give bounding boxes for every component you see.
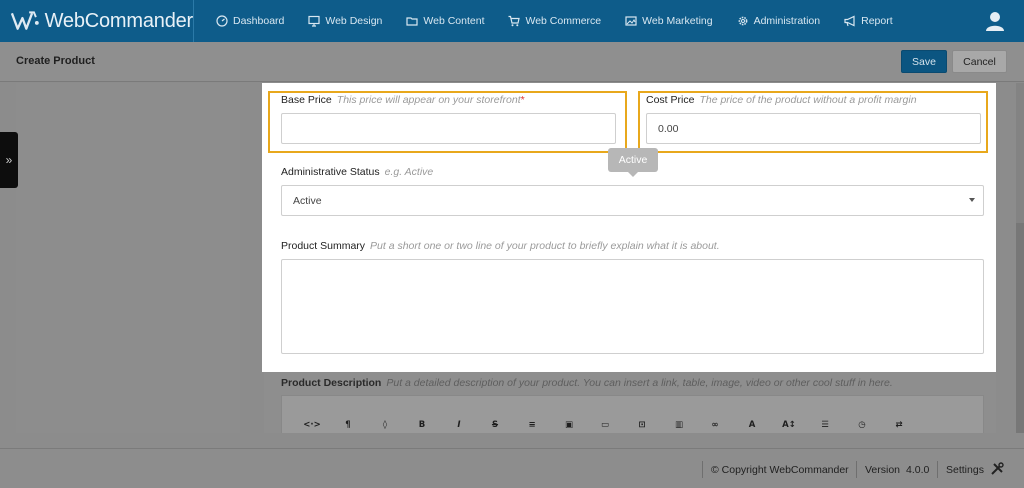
page-title: Create Product (16, 55, 95, 67)
insert-image-icon[interactable]: ▣ (559, 416, 579, 434)
status-tooltip: Active (608, 148, 658, 177)
page-header: Create Product Save Cancel (0, 42, 1024, 82)
nav-label: Web Marketing (642, 15, 713, 27)
footer-divider (702, 461, 703, 478)
code-view-icon[interactable]: <·> (302, 416, 322, 434)
bold-icon[interactable]: B (412, 416, 432, 434)
product-description-label: Product Description Put a detailed descri… (281, 377, 893, 389)
tooltip-text: Active (618, 154, 648, 166)
nav-label: Dashboard (233, 15, 285, 27)
save-button[interactable]: Save (901, 50, 947, 73)
link-icon[interactable]: ∞ (705, 416, 725, 434)
nav-dashboard[interactable]: Dashboard (216, 15, 284, 27)
brand-logo[interactable]: WebCommander (0, 0, 194, 42)
table-icon[interactable]: ▥ (669, 416, 689, 434)
nav-label: Administration (753, 15, 821, 27)
nav-label: Web Design (325, 15, 383, 27)
admin-status-select[interactable]: Active (281, 185, 984, 216)
nav-report[interactable]: Report (844, 15, 893, 27)
webcommander-logo-icon (10, 11, 39, 30)
double-chevron-right-icon: » (5, 153, 13, 167)
nav-web-marketing[interactable]: Web Marketing (625, 15, 713, 27)
image-icon (625, 16, 637, 26)
base-price-highlight (268, 91, 627, 153)
side-panel (16, 83, 240, 433)
product-description-label-text: Product Description (281, 377, 382, 389)
italic-icon[interactable]: I (449, 416, 469, 434)
main-nav: Dashboard Web Design Web Content Web Com… (216, 0, 917, 42)
product-summary-textarea[interactable] (281, 259, 984, 354)
product-summary-label: Product Summary Put a short one or two li… (281, 240, 720, 252)
description-editor[interactable]: <·> ¶ ◊ B I S ≡ ▣ ▭ ⊡ ▥ ∞ A A↕ ☰ ◷ ⇄ (281, 395, 984, 433)
settings-link[interactable]: Settings (946, 464, 984, 476)
footer-divider (856, 461, 857, 478)
nav-label: Web Commerce (525, 15, 602, 27)
monitor-icon (308, 15, 320, 27)
admin-status-label-text: Administrative Status (281, 166, 380, 178)
insert-media-icon[interactable]: ⊡ (632, 416, 652, 434)
insert-video-icon[interactable]: ▭ (595, 416, 615, 434)
user-account-icon[interactable] (984, 10, 1006, 32)
nav-administration[interactable]: Administration (737, 15, 821, 27)
list-icon[interactable]: ≡ (522, 416, 542, 434)
top-nav-bar: WebCommander Dashboard Web Design Web Co… (0, 0, 1024, 42)
dashboard-icon (216, 15, 228, 27)
product-summary-label-text: Product Summary (281, 240, 366, 252)
scrollbar-thumb[interactable] (1016, 223, 1024, 433)
cart-icon (508, 15, 521, 27)
tools-icon[interactable] (990, 462, 1004, 476)
megaphone-icon (844, 15, 855, 27)
admin-status-value: Active (293, 194, 322, 207)
version-label: Version (865, 464, 901, 476)
cost-price-highlight (638, 91, 988, 153)
clock-icon[interactable]: ◷ (852, 416, 872, 434)
footer-divider (937, 461, 938, 478)
version-number: 4.0.0 (906, 464, 930, 476)
strikethrough-icon[interactable]: S (485, 416, 505, 434)
color-drop-icon[interactable]: ◊ (375, 416, 395, 434)
admin-status-label: Administrative Status e.g. Active (281, 166, 433, 178)
nav-web-content[interactable]: Web Content (406, 15, 484, 27)
nav-label: Report (861, 15, 893, 27)
align-icon[interactable]: ☰ (815, 416, 835, 434)
nav-web-design[interactable]: Web Design (308, 15, 382, 27)
expand-panel-toggle[interactable]: » (0, 132, 18, 188)
scrollbar-track[interactable] (1016, 83, 1024, 433)
footer: © Copyright WebCommander Version 4.0.0 S… (0, 448, 1024, 488)
copyright-text: © Copyright WebCommander (711, 464, 849, 476)
cancel-button[interactable]: Cancel (952, 50, 1007, 73)
nav-web-commerce[interactable]: Web Commerce (508, 15, 601, 27)
app-name: WebCommander (44, 9, 194, 32)
nav-label: Web Content (423, 15, 485, 27)
settings-sliders-icon[interactable]: ⇄ (889, 416, 909, 434)
dropdown-caret-icon (969, 198, 975, 202)
gear-icon (738, 16, 747, 26)
admin-status-hint: e.g. Active (384, 166, 434, 178)
font-color-icon[interactable]: A (742, 416, 762, 434)
paragraph-icon[interactable]: ¶ (338, 416, 358, 434)
product-summary-hint: Put a short one or two line of your prod… (370, 240, 720, 252)
font-size-icon[interactable]: A↕ (779, 416, 799, 434)
product-description-hint: Put a detailed description of your produ… (386, 377, 893, 389)
folder-icon (406, 17, 418, 26)
